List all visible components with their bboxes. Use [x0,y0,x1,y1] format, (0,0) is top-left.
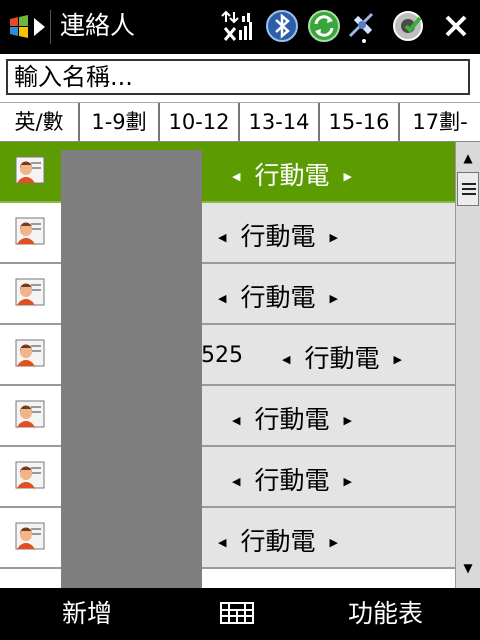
right-arrow-icon[interactable]: ▶ [329,292,337,305]
tab-strokes-17-plus[interactable]: 17劃- [400,103,480,141]
contact-number: 525 [201,343,243,368]
contact-card-icon [15,217,45,247]
phone-type-label: 行動電 [240,283,316,312]
antenna-icon[interactable] [344,8,380,44]
left-arrow-icon[interactable]: ◀ [218,536,226,549]
left-arrow-icon[interactable]: ◀ [218,292,226,305]
search-input[interactable]: 輸入名稱... [6,59,470,95]
phone-type-label: 行動電 [254,466,330,495]
tab-strokes-15-16[interactable]: 15-16 [320,103,400,141]
scroll-up-icon[interactable]: ▲ [456,146,480,170]
search-area: 輸入名稱... [0,54,480,102]
left-arrow-icon[interactable]: ◀ [282,353,290,366]
contact-card-icon [15,522,45,552]
right-arrow-icon[interactable]: ▶ [343,475,351,488]
right-arrow-icon[interactable]: ▶ [393,353,401,366]
left-arrow-icon[interactable]: ◀ [232,170,240,183]
contact-card-icon [15,400,45,430]
contact-card-icon [15,339,45,369]
scroll-down-icon[interactable]: ▼ [456,556,480,580]
phone-type-selector[interactable]: ◀ 行動電 ▶ [204,217,352,253]
contact-card-icon [15,461,45,491]
scroll-thumb[interactable] [457,172,479,206]
filter-tabs: 英/數 1-9劃 10-12 13-14 15-16 17劃- [0,102,480,142]
menu-button[interactable]: 功能表 [348,596,423,632]
tab-strokes-1-9[interactable]: 1-9劃 [80,103,160,141]
bluetooth-icon[interactable] [264,8,300,44]
phone-type-selector[interactable]: ◀ 行動電 ▶ [218,400,366,436]
phone-type-label: 行動電 [254,405,330,434]
windows-start-icon[interactable] [8,12,48,42]
phone-type-label: 行動電 [254,161,330,190]
phone-type-selector[interactable]: ◀ 行動電 ▶ [218,461,366,497]
softkey-bar: 新增 功能表 [0,588,480,640]
phone-type-label: 行動電 [240,527,316,556]
tab-strokes-13-14[interactable]: 13-14 [240,103,320,141]
right-arrow-icon[interactable]: ▶ [343,170,351,183]
scrollbar[interactable]: ▲ ▼ [455,142,480,588]
title-bar: 連絡人 [0,0,480,54]
phone-type-selector[interactable]: ◀ 行動電 ▶ [204,522,352,558]
volume-icon[interactable] [390,8,426,44]
keyboard-icon[interactable] [220,602,254,624]
phone-type-label: 行動電 [304,344,380,373]
phone-type-label: 行動電 [240,222,316,251]
contact-card-icon [15,278,45,308]
left-arrow-icon[interactable]: ◀ [232,414,240,427]
right-arrow-icon[interactable]: ▶ [343,414,351,427]
sync-icon[interactable] [306,8,342,44]
redacted-names-block [61,150,202,592]
tab-strokes-10-12[interactable]: 10-12 [160,103,240,141]
new-contact-button[interactable]: 新增 [62,596,112,632]
tab-alphanumeric[interactable]: 英/數 [0,103,80,141]
right-arrow-icon[interactable]: ▶ [329,231,337,244]
close-icon[interactable] [438,8,474,44]
left-arrow-icon[interactable]: ◀ [232,475,240,488]
phone-type-selector[interactable]: ◀ 行動電 ▶ [268,339,416,375]
contact-card-icon [15,156,45,186]
right-arrow-icon[interactable]: ▶ [329,536,337,549]
title-separator [50,10,51,44]
left-arrow-icon[interactable]: ◀ [218,231,226,244]
app-title: 連絡人 [60,11,136,40]
phone-type-selector[interactable]: ◀ 行動電 ▶ [218,156,366,192]
phone-type-selector[interactable]: ◀ 行動電 ▶ [204,278,352,314]
signal-data-icon[interactable] [220,8,256,44]
